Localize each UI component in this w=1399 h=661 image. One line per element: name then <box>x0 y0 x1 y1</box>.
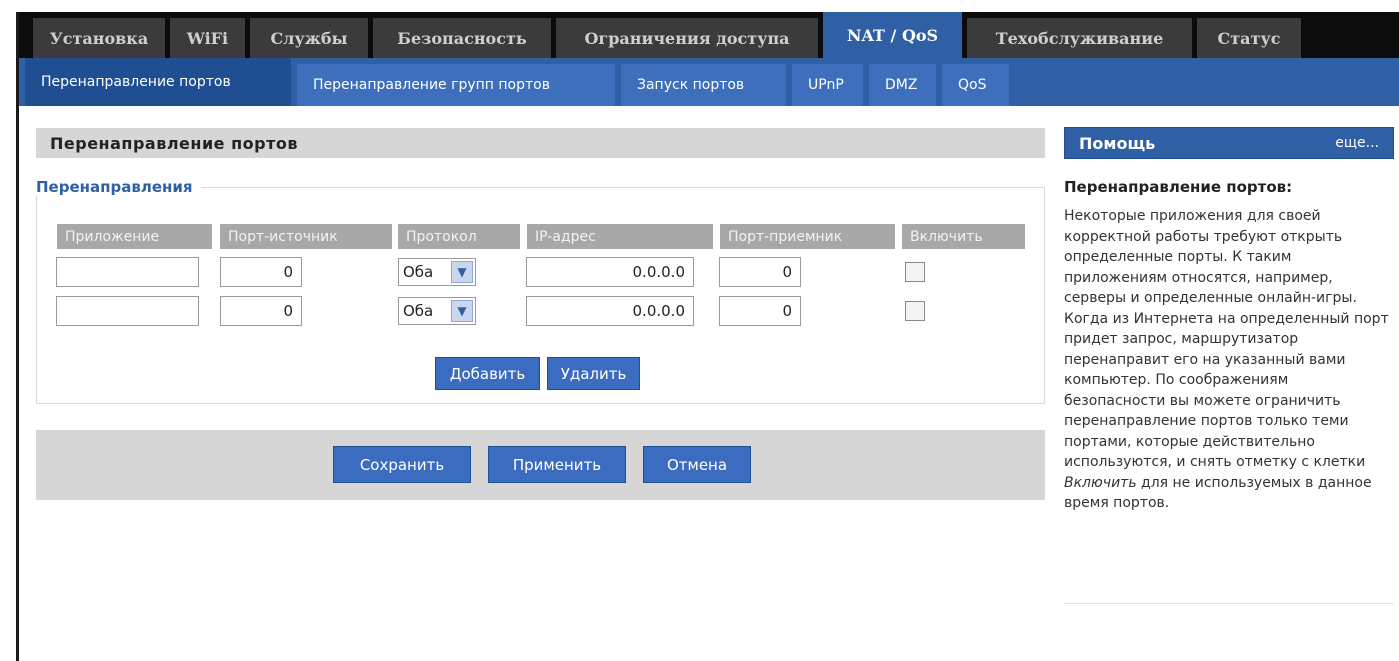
enable-checkbox[interactable] <box>905 301 925 321</box>
source-port-input[interactable] <box>220 296 302 326</box>
application-input[interactable] <box>56 257 199 287</box>
help-divider <box>1064 603 1394 604</box>
tab-setup[interactable]: Установка <box>33 18 165 58</box>
help-title: Помощь <box>1079 133 1156 153</box>
tab-wifi[interactable]: WiFi <box>170 18 245 58</box>
protocol-value: Оба <box>403 263 434 281</box>
enable-checkbox[interactable] <box>905 262 925 282</box>
top-margin <box>0 0 1399 12</box>
remove-button[interactable]: Удалить <box>547 357 640 390</box>
col-header-protocol: Протокол <box>398 224 520 249</box>
help-subtitle: Перенаправление портов: <box>1064 178 1293 196</box>
col-header-enable: Включить <box>902 224 1025 249</box>
window-left-border <box>16 12 19 661</box>
ip-address-input[interactable] <box>526 296 694 326</box>
subtab-port-range-forwarding[interactable]: Перенаправление групп портов <box>297 64 615 106</box>
tab-nat-qos[interactable]: NAT / QoS <box>823 12 962 58</box>
subtab-port-forwarding[interactable]: Перенаправление портов <box>25 58 291 106</box>
tab-services[interactable]: Службы <box>250 18 368 58</box>
col-header-source-port: Порт-источник <box>220 224 392 249</box>
col-header-application: Приложение <box>57 224 212 249</box>
forwards-legend: Перенаправления <box>36 178 201 196</box>
sub-nav: Перенаправление портов Перенаправление г… <box>19 58 1399 106</box>
dest-port-input[interactable] <box>719 257 801 287</box>
add-button[interactable]: Добавить <box>435 357 540 390</box>
ip-address-input[interactable] <box>526 257 694 287</box>
source-port-input[interactable] <box>220 257 302 287</box>
subtab-upnp[interactable]: UPnP <box>792 64 863 106</box>
application-input[interactable] <box>56 296 199 326</box>
subtab-dmz[interactable]: DMZ <box>869 64 936 106</box>
help-text: Некоторые приложения для своей корректно… <box>1064 208 1389 511</box>
dest-port-input[interactable] <box>719 296 801 326</box>
protocol-value: Оба <box>403 302 434 320</box>
col-header-dest-port: Порт-приемник <box>720 224 895 249</box>
apply-button[interactable]: Применить <box>488 446 626 483</box>
chevron-down-icon[interactable]: ▼ <box>451 300 473 322</box>
tab-security[interactable]: Безопасность <box>373 18 551 58</box>
protocol-select[interactable]: Оба ▼ <box>398 258 476 286</box>
help-more-link[interactable]: еще... <box>1335 135 1379 151</box>
col-header-ip-address: IP-адрес <box>527 224 713 249</box>
tab-access-restrictions[interactable]: Ограничения доступа <box>556 18 818 58</box>
page-title: Перенаправление портов <box>36 128 1045 158</box>
cancel-button[interactable]: Отмена <box>643 446 751 483</box>
subtab-qos[interactable]: QoS <box>942 64 1009 106</box>
protocol-select[interactable]: Оба ▼ <box>398 297 476 325</box>
help-header: Помощь еще... <box>1064 127 1394 159</box>
save-button[interactable]: Сохранить <box>333 446 471 483</box>
tab-status[interactable]: Статус <box>1197 18 1301 58</box>
subtab-port-triggering[interactable]: Запуск портов <box>621 64 786 106</box>
tab-maintenance[interactable]: Техобслуживание <box>967 18 1192 58</box>
main-nav: Установка WiFi Службы Безопасность Огран… <box>19 12 1399 58</box>
chevron-down-icon[interactable]: ▼ <box>451 261 473 283</box>
